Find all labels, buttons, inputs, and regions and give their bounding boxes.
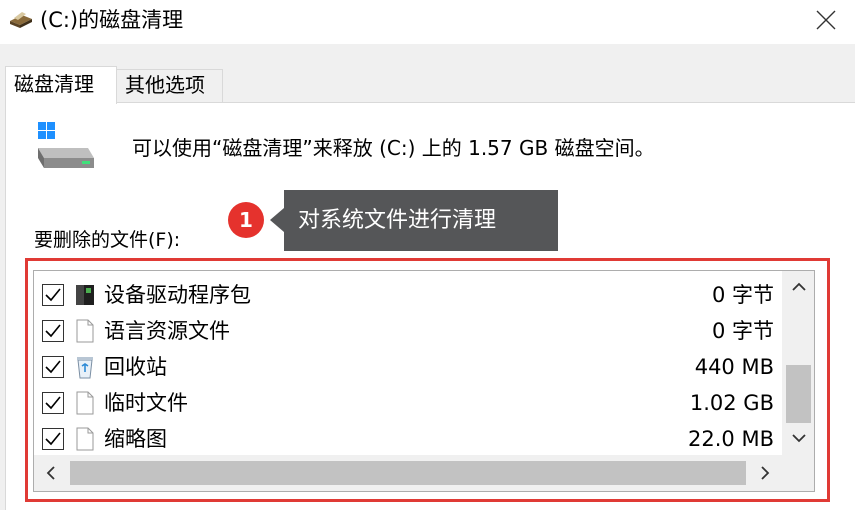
list-item[interactable]: 设备驱动程序包 0 字节	[34, 277, 782, 313]
item-name: 临时文件	[104, 391, 188, 415]
disk-cleanup-app-icon	[8, 9, 34, 31]
horizontal-scrollbar[interactable]	[34, 455, 782, 491]
recycle-bin-icon	[72, 354, 98, 380]
driver-package-icon	[72, 282, 98, 308]
item-size: 0 字节	[711, 319, 774, 343]
drive-icon	[34, 122, 96, 170]
list-item[interactable]: 缩略图 22.0 MB	[34, 421, 782, 457]
checkbox[interactable]	[42, 392, 64, 414]
item-name: 缩略图	[104, 427, 167, 451]
close-icon	[816, 10, 836, 30]
checkbox[interactable]	[42, 320, 64, 342]
window-title: (C:)的磁盘清理	[40, 8, 184, 32]
annotation-tooltip: 对系统文件进行清理	[284, 190, 558, 251]
chevron-left-icon	[46, 466, 56, 480]
tab-more-options[interactable]: 其他选项	[116, 69, 223, 102]
file-icon	[72, 390, 98, 416]
chevron-down-icon	[792, 433, 806, 443]
title-bar: (C:)的磁盘清理	[0, 0, 855, 44]
files-to-delete-label: 要删除的文件(F):	[34, 229, 181, 251]
chevron-right-icon	[760, 466, 770, 480]
list-item[interactable]: 临时文件 1.02 GB	[34, 385, 782, 421]
tab-disk-cleanup[interactable]: 磁盘清理	[5, 66, 117, 104]
list-item[interactable]: 回收站 440 MB	[34, 349, 782, 385]
tooltip-arrow	[270, 208, 284, 232]
scroll-left-button[interactable]	[34, 455, 68, 491]
checkbox[interactable]	[42, 428, 64, 450]
item-name: 回收站	[104, 355, 167, 379]
item-name: 语言资源文件	[104, 319, 230, 343]
item-size: 440 MB	[694, 355, 774, 379]
scroll-right-button[interactable]	[748, 455, 782, 491]
checkbox[interactable]	[42, 284, 64, 306]
step-badge: 1	[228, 202, 264, 238]
vertical-scrollbar[interactable]	[782, 271, 814, 455]
chevron-up-icon	[792, 282, 806, 292]
item-name: 设备驱动程序包	[104, 283, 251, 307]
list-item[interactable]: 语言资源文件 0 字节	[34, 313, 782, 349]
scroll-up-button[interactable]	[782, 271, 814, 305]
scrollbar-corner	[782, 455, 814, 491]
item-size: 22.0 MB	[688, 427, 774, 451]
item-size: 0 字节	[711, 283, 774, 307]
vertical-scroll-thumb[interactable]	[786, 365, 811, 423]
close-button[interactable]	[806, 4, 846, 36]
summary-text: 可以使用“磁盘清理”来释放 (C:) 上的 1.57 GB 磁盘空间。	[132, 136, 655, 160]
files-list[interactable]: 设备驱动程序包 0 字节 语言资源文件 0 字节 回收站 440 MB 临时文件…	[33, 270, 815, 492]
file-icon	[72, 318, 98, 344]
file-icon	[72, 426, 98, 452]
checkbox[interactable]	[42, 356, 64, 378]
horizontal-scroll-thumb[interactable]	[70, 461, 746, 485]
scroll-down-button[interactable]	[782, 421, 814, 455]
item-size: 1.02 GB	[689, 391, 774, 415]
